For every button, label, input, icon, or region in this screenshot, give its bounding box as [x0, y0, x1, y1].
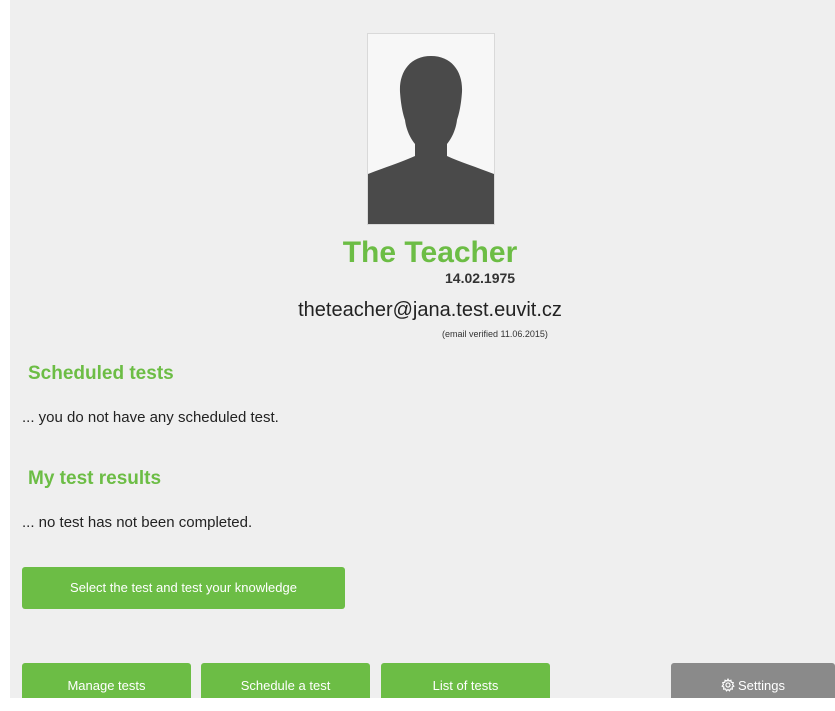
select-test-button[interactable]: Select the test and test your knowledge	[22, 567, 345, 609]
scheduled-tests-heading: Scheduled tests	[28, 363, 174, 384]
scheduled-tests-empty-message: ... you do not have any scheduled test.	[22, 409, 279, 426]
profile-email: theteacher@jana.test.euvit.cz	[298, 299, 562, 321]
person-silhouette-icon	[368, 56, 494, 224]
email-verified-note: (email verified 11.06.2015)	[442, 329, 548, 339]
list-of-tests-button[interactable]: List of tests	[381, 663, 550, 698]
profile-name: The Teacher	[342, 236, 518, 269]
settings-button-label: Settings	[738, 678, 785, 693]
birth-date: 14.02.1975	[445, 270, 516, 286]
settings-button[interactable]: Settings	[671, 663, 835, 698]
gear-icon	[721, 665, 735, 711]
test-results-empty-message: ... no test has not been completed.	[22, 514, 253, 531]
manage-tests-button[interactable]: Manage tests	[22, 663, 191, 698]
test-results-heading: My test results	[28, 468, 162, 489]
profile-photo-placeholder	[367, 33, 495, 225]
schedule-test-button[interactable]: Schedule a test	[201, 663, 370, 698]
